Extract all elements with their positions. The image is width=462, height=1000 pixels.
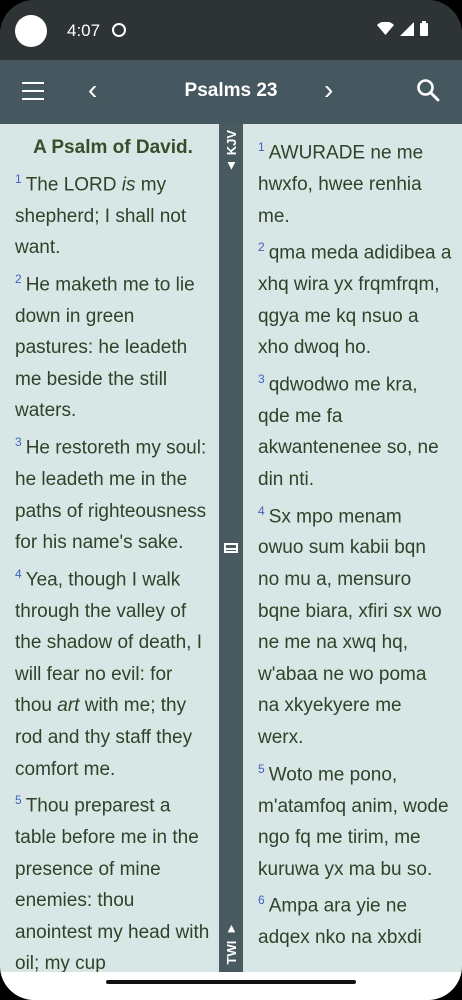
verse-number: 3 — [15, 435, 22, 449]
twi-verse: 4 Sx mpo menam owuo sum kabii bqn no mu a… — [258, 503, 442, 748]
wifi-icon — [377, 22, 394, 35]
kjv-version-selector[interactable]: ▲ KJV — [219, 130, 243, 174]
kjv-verse: 4 Yea, though I walk through the valley o… — [15, 566, 202, 780]
twi-verse: 3 qdwodwo me kra, qde me fa akwantenenee … — [258, 371, 439, 490]
kjv-verse: 5 Thou preparest a table before me in the… — [15, 793, 210, 975]
kjv-verse: 1 The LORD is my shepherd; I shall not wa… — [15, 171, 187, 259]
status-icons — [377, 21, 428, 36]
verse-number: 5 — [258, 761, 265, 776]
verse-number: 6 — [258, 893, 265, 908]
verse-number: 3 — [258, 371, 265, 386]
verse-number: 5 — [15, 793, 22, 808]
battery-icon — [420, 21, 428, 36]
split-view-icon[interactable] — [224, 543, 238, 553]
kjv-verse: 3 He restoreth my soul: he leadeth me in … — [15, 435, 207, 554]
twi-verse: 1 AWURADE ne me hwxfo, hwee renhia me. — [258, 140, 424, 227]
navigation-bar — [0, 972, 462, 1000]
verse-number: 4 — [15, 566, 22, 581]
notification-icon — [112, 23, 126, 37]
verse-number: 4 — [258, 503, 265, 518]
camera-cutout — [15, 15, 47, 47]
parallel-bible-view[interactable]: A Psalm of David. 1 The LORD is my shephe… — [0, 124, 462, 974]
chapter-title[interactable]: Psalms 23 — [0, 80, 462, 102]
twi-verse: 5 Woto me pono, m'atamfoq anim, wode ngo … — [258, 761, 449, 880]
status-bar: 4:07 — [0, 0, 462, 60]
kjv-pane[interactable]: A Psalm of David. 1 The LORD is my shephe… — [15, 124, 211, 980]
down-arrow-icon: ▼ — [223, 921, 239, 937]
gesture-handle[interactable] — [106, 980, 356, 984]
signal-icon — [400, 21, 414, 36]
psalm-heading: A Psalm of David. — [33, 137, 193, 158]
verse-number: 1 — [15, 171, 22, 186]
status-time: 4:07 — [67, 21, 101, 40]
next-chapter-button[interactable]: › — [324, 76, 333, 104]
twi-version-selector[interactable]: TWI ▼ — [219, 922, 243, 964]
app-bar: ‹ Psalms 23 › — [0, 60, 462, 124]
verse-number: 1 — [258, 140, 265, 154]
twi-verse: 2 qma meda adidibea a xhq wira yx frqmfrq… — [258, 240, 452, 359]
twi-verse: 6 Ampa ara yie ne adqex nko na xbxdi — [258, 893, 422, 949]
verse-number: 2 — [258, 240, 265, 255]
up-arrow-icon: ▲ — [223, 158, 239, 174]
search-icon[interactable] — [416, 78, 440, 102]
kjv-verse: 2 He maketh me to lie down in green pastu… — [15, 271, 195, 422]
phone-screen: 4:07 ‹ Psalms 23 › A Psalm of David. 1 T… — [0, 0, 462, 1000]
twi-pane[interactable]: 1 AWURADE ne me hwxfo, hwee renhia me. 2q… — [258, 124, 452, 980]
pane-divider[interactable]: ▲ KJV TWI ▼ — [219, 124, 243, 972]
verse-number: 2 — [15, 271, 22, 286]
